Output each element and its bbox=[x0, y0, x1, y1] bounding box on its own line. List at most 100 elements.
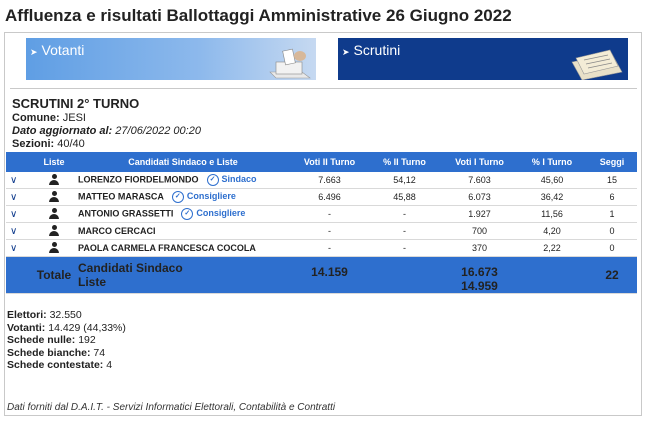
col-voti-i: Voti I Turno bbox=[442, 152, 517, 172]
nav-bar: ➤ Votanti ➤ Scrutini bbox=[26, 38, 630, 80]
voti-ii-cell: - bbox=[292, 205, 367, 223]
voti-ii-cell: 7.663 bbox=[292, 172, 367, 189]
schede-bianche-row: Schede bianche: 74 bbox=[7, 346, 106, 359]
candidate-name: MARCO CERCACI bbox=[74, 222, 292, 240]
elettori-row: Elettori: 32.550 bbox=[7, 309, 82, 321]
votanti-label: Votanti bbox=[41, 42, 85, 58]
candidate-name: PAOLA CARMELA FRANCESCA COCOLA bbox=[74, 239, 292, 257]
table-header: Liste Candidati Sindaco e Liste Voti II … bbox=[6, 152, 637, 172]
perc-ii-cell: 45,88 bbox=[367, 188, 442, 206]
perc-ii-cell: 54,12 bbox=[367, 172, 442, 189]
total-candidates: Candidati Sindaco Liste bbox=[74, 256, 292, 294]
perc-i-cell: 36,42 bbox=[517, 188, 587, 206]
voti-i-cell: 7.603 bbox=[442, 172, 517, 189]
candidate-avatar bbox=[34, 172, 74, 189]
total-voti-i: 16.673 14.959 bbox=[442, 256, 517, 294]
person-icon bbox=[49, 241, 59, 253]
page-title: Affluenza e risultati Ballottaggi Ammini… bbox=[5, 6, 512, 25]
col-liste: Liste bbox=[34, 152, 74, 172]
col-perc-i: % I Turno bbox=[517, 152, 587, 172]
voti-i-cell: 370 bbox=[442, 239, 517, 257]
perc-i-cell: 4,20 bbox=[517, 222, 587, 240]
votanti-tab[interactable]: ➤ Votanti bbox=[26, 38, 316, 80]
chevron-down-icon: ∨ bbox=[10, 174, 18, 186]
candidate-avatar bbox=[34, 239, 74, 257]
candidate-name: ANTONIO GRASSETTI ✓ Consigliere bbox=[74, 205, 292, 223]
data-row: Dato aggiornato al: 27/06/2022 00:20 bbox=[12, 125, 201, 137]
col-voti-ii: Voti II Turno bbox=[292, 152, 367, 172]
seggi-cell: 0 bbox=[587, 222, 637, 240]
perc-ii-cell: - bbox=[367, 222, 442, 240]
voti-i-cell: 1.927 bbox=[442, 205, 517, 223]
documents-icon bbox=[571, 49, 623, 80]
chevron-down-icon: ∨ bbox=[10, 191, 18, 203]
voti-i-cell: 6.073 bbox=[442, 188, 517, 206]
voti-ii-cell: 6.496 bbox=[292, 188, 367, 206]
candidate-avatar bbox=[34, 188, 74, 206]
role-badge: ✓ Sindaco bbox=[206, 174, 257, 186]
stats-block: Elettori: 32.550 Votanti: 14.429 (44,33%… bbox=[7, 309, 126, 372]
total-row: Totale Candidati Sindaco Liste 14.159 16.… bbox=[6, 256, 637, 294]
chevron-down-icon: ∨ bbox=[10, 225, 18, 237]
total-voti-ii: 14.159 bbox=[292, 256, 367, 294]
table-row: ∨ MATTEO MARASCA ✓ Consigliere 6.496 45,88 6.0… bbox=[6, 188, 637, 206]
voti-i-cell: 700 bbox=[442, 222, 517, 240]
col-seggi: Seggi bbox=[587, 152, 637, 172]
seggi-cell: 0 bbox=[587, 239, 637, 257]
check-circle-icon: ✓ bbox=[181, 208, 194, 220]
votanti-row: Votanti: 14.429 (44,33%) bbox=[7, 321, 126, 334]
expand-button[interactable]: ∨ bbox=[6, 239, 34, 257]
comune-row: Comune: JESI bbox=[12, 112, 86, 124]
perc-ii-cell: - bbox=[367, 239, 442, 257]
schede-contestate-row: Schede contestate: 4 bbox=[7, 359, 113, 371]
expand-button[interactable]: ∨ bbox=[6, 188, 34, 206]
candidate-name: MATTEO MARASCA ✓ Consigliere bbox=[74, 188, 292, 206]
check-circle-icon: ✓ bbox=[206, 174, 219, 186]
person-icon bbox=[49, 190, 59, 202]
total-seggi: 22 bbox=[587, 256, 637, 294]
seggi-cell: 15 bbox=[587, 172, 637, 189]
perc-i-cell: 2,22 bbox=[517, 239, 587, 257]
expand-button[interactable]: ∨ bbox=[6, 222, 34, 240]
section-heading: SCRUTINI 2° TURNO bbox=[12, 96, 140, 111]
perc-ii-cell: - bbox=[367, 205, 442, 223]
voti-ii-cell: - bbox=[292, 222, 367, 240]
scrutini-tab[interactable]: ➤ Scrutini bbox=[338, 38, 628, 80]
seggi-cell: 1 bbox=[587, 205, 637, 223]
ballot-box-icon bbox=[269, 48, 311, 79]
role-badge: ✓ Consigliere bbox=[171, 191, 236, 203]
perc-i-cell: 45,60 bbox=[517, 172, 587, 189]
perc-i-cell: 11,56 bbox=[517, 205, 587, 223]
footer-note: Dati forniti dal D.A.I.T. - Servizi Info… bbox=[7, 402, 336, 413]
col-perc-ii: % II Turno bbox=[367, 152, 442, 172]
arrow-right-icon: ➤ bbox=[30, 47, 38, 57]
person-icon bbox=[49, 207, 59, 219]
schede-nulle-row: Schede nulle: 192 bbox=[7, 334, 96, 346]
seggi-cell: 6 bbox=[587, 188, 637, 206]
role-badge: ✓ Consigliere bbox=[181, 208, 245, 220]
results-table: Liste Candidati Sindaco e Liste Voti II … bbox=[6, 152, 637, 294]
sezioni-row: Sezioni: 40/40 bbox=[12, 138, 85, 150]
scrutini-label: Scrutini bbox=[353, 42, 401, 58]
table-row: ∨ LORENZO FIORDELMONDO ✓ Sindaco 7.663 54,12 7… bbox=[6, 172, 637, 189]
total-label: Totale bbox=[34, 256, 74, 294]
voti-ii-cell: - bbox=[292, 239, 367, 257]
expand-button[interactable]: ∨ bbox=[6, 172, 34, 189]
divider bbox=[10, 88, 637, 89]
person-icon bbox=[49, 173, 59, 185]
chevron-down-icon: ∨ bbox=[10, 208, 18, 220]
candidate-avatar bbox=[34, 222, 74, 240]
table-row: ∨ PAOLA CARMELA FRANCESCA COCOLA - -370 2,22… bbox=[6, 239, 637, 257]
candidate-name: LORENZO FIORDELMONDO ✓ Sindaco bbox=[74, 172, 292, 189]
person-icon bbox=[49, 224, 59, 236]
col-candidati: Candidati Sindaco e Liste bbox=[74, 152, 292, 172]
chevron-down-icon: ∨ bbox=[10, 242, 18, 254]
info-block: SCRUTINI 2° TURNO Comune: JESI Dato aggi… bbox=[12, 97, 201, 151]
check-circle-icon: ✓ bbox=[171, 191, 184, 203]
arrow-right-icon: ➤ bbox=[342, 47, 350, 57]
table-row: ∨ ANTONIO GRASSETTI ✓ Consigliere - -1.927 11,… bbox=[6, 205, 637, 223]
table-row: ∨ MARCO CERCACI - -700 4,20 0 bbox=[6, 222, 637, 240]
expand-button[interactable]: ∨ bbox=[6, 205, 34, 223]
candidate-avatar bbox=[34, 205, 74, 223]
col-expand bbox=[6, 152, 34, 172]
